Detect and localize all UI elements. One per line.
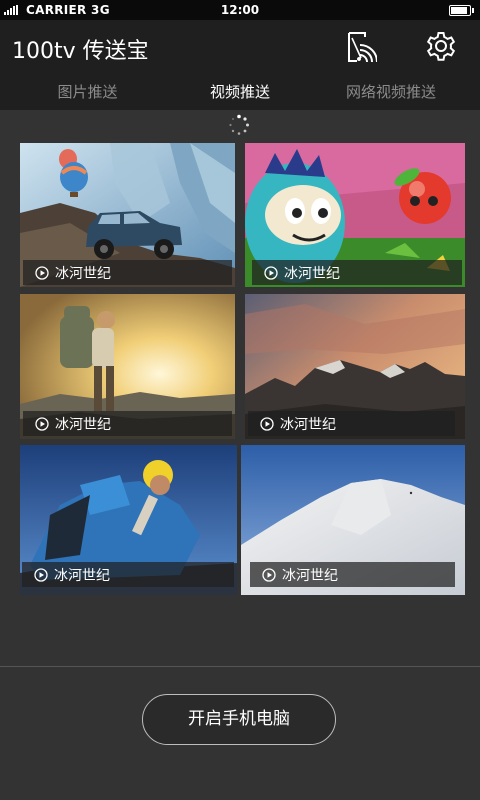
video-caption: 冰河世纪 [23, 411, 232, 436]
cast-screen-icon[interactable] [343, 31, 377, 63]
play-icon [260, 416, 274, 431]
video-tile[interactable]: 冰河世纪 [245, 143, 465, 287]
video-tile[interactable]: 冰河世纪 [20, 143, 235, 287]
video-caption: 冰河世纪 [248, 411, 455, 436]
loading-spinner-icon [229, 114, 249, 135]
video-title: 冰河世纪 [284, 265, 340, 282]
video-title: 冰河世纪 [282, 567, 338, 584]
play-icon [35, 416, 49, 431]
bottom-divider [0, 666, 480, 667]
video-title: 冰河世纪 [54, 567, 110, 584]
app-title: 100tv 传送宝 [12, 39, 149, 64]
tab-bar: 图片推送 视频推送 网络视频推送 [0, 74, 480, 110]
play-icon [34, 567, 48, 582]
video-tile[interactable]: 冰河世纪 [20, 445, 237, 595]
play-icon [35, 265, 49, 280]
app-bar: 100tv 传送宝 [0, 20, 480, 74]
clock: 12:00 [220, 3, 260, 17]
tab-web-video-push[interactable]: 网络视频推送 [330, 74, 452, 110]
tab-video-push[interactable]: 视频推送 [172, 74, 308, 110]
video-caption: 冰河世纪 [23, 260, 232, 285]
video-caption: 冰河世纪 [252, 260, 462, 285]
video-tile[interactable]: 冰河世纪 [245, 294, 465, 439]
battery-icon [449, 5, 474, 16]
play-icon [264, 265, 278, 280]
video-tile[interactable]: 冰河世纪 [241, 445, 465, 595]
play-icon [262, 567, 276, 582]
settings-gear-icon[interactable] [424, 29, 458, 63]
tab-image-push[interactable]: 图片推送 [20, 74, 155, 110]
video-title: 冰河世纪 [55, 416, 111, 433]
video-caption: 冰河世纪 [250, 562, 455, 587]
status-bar: CARRIER 3G 12:00 [0, 0, 480, 20]
video-tile[interactable]: 冰河世纪 [20, 294, 235, 439]
video-title: 冰河世纪 [55, 265, 111, 282]
start-phone-pc-button[interactable]: 开启手机电脑 [142, 694, 336, 745]
video-caption: 冰河世纪 [22, 562, 234, 587]
video-title: 冰河世纪 [280, 416, 336, 433]
